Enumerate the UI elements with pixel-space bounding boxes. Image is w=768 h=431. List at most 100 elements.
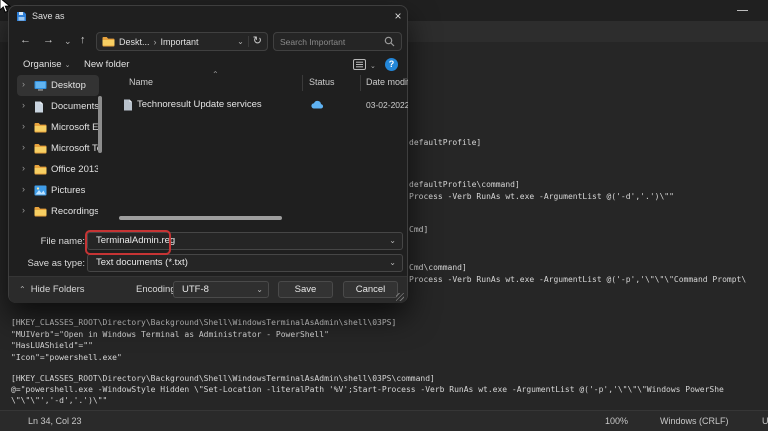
breadcrumb-separator: › (154, 37, 157, 47)
details-view-icon[interactable] (353, 59, 366, 73)
save-as-dialog: Save as × ← → ⌄ ↑ Deskt... › Important ⌄… (8, 5, 408, 303)
sidebar-item-microsoft-teams[interactable]: › Microsoft Teams (17, 138, 99, 159)
chevron-right-icon[interactable]: › (22, 142, 25, 152)
refresh-icon[interactable]: ↻ (253, 36, 262, 47)
editor-line: Process -Verb RunAs wt.exe -ArgumentList… (409, 192, 674, 202)
file-name-cell[interactable]: Technoresult Update services (137, 99, 262, 110)
sidebar-item-desktop[interactable]: › Desktop (17, 75, 99, 96)
chevron-down-icon[interactable]: ⌄ (389, 258, 396, 267)
chevron-right-icon[interactable]: › (22, 100, 25, 110)
sidebar-item-label: Microsoft Teams (51, 143, 98, 154)
close-icon[interactable]: × (390, 8, 406, 24)
sidebar-item-label: Desktop (51, 80, 98, 91)
status-encoding[interactable]: UTF-8 (762, 416, 768, 426)
sidebar-item-recordings[interactable]: › Recordings (17, 201, 99, 222)
desktop-icon (34, 80, 47, 94)
screen: defaultProfile] defaultProfile\command] Pr… (0, 0, 768, 431)
editor-line: Cmd] (409, 225, 428, 235)
chevron-down-icon[interactable]: ⌄ (389, 236, 396, 245)
editor-line: Cmd\command] (409, 263, 467, 273)
search-placeholder: Search Important (280, 37, 384, 47)
sidebar-item-label: Recordings (51, 206, 98, 217)
save-as-type-select[interactable]: Text documents (*.txt) ⌄ (87, 254, 403, 272)
sidebar-item-documents[interactable]: › Documents (17, 96, 99, 117)
editor-line: \"\"\"','-d','.')\"" (11, 396, 107, 406)
encoding-label: Encoding: (136, 284, 178, 295)
notepad-statusbar: Ln 34, Col 23 100% Windows (CRLF) UTF-8 (0, 410, 768, 431)
column-header-name[interactable]: Name (129, 77, 153, 87)
file-icon (123, 99, 133, 114)
chevron-down-icon: ⌄ (65, 62, 71, 69)
encoding-select[interactable]: UTF-8 ⌄ (173, 281, 269, 298)
organise-button[interactable]: Organise⌄ (23, 59, 70, 70)
forward-icon[interactable]: → (43, 34, 54, 46)
horizontal-scrollbar[interactable] (119, 216, 282, 220)
status-zoom-level[interactable]: 100% (605, 416, 628, 426)
dialog-title: Save as (32, 11, 65, 21)
onedrive-cloud-icon (311, 100, 324, 112)
file-name-value: TerminalAdmin.reg (96, 233, 175, 249)
file-date-cell: 03-02-2022 (366, 100, 408, 110)
breadcrumb-root[interactable]: Deskt... (119, 37, 150, 47)
sidebar-item-label: Microsoft Edge (51, 122, 98, 133)
sidebar-item-label: Pictures (51, 185, 98, 196)
folder-icon (34, 164, 47, 178)
editor-line: "Icon"="powershell.exe" (11, 353, 122, 363)
save-button[interactable]: Save (278, 281, 333, 298)
hide-folders-button[interactable]: ⌃Hide Folders (19, 284, 85, 295)
folder-icon (34, 206, 47, 220)
sidebar-item-office-2013-sta[interactable]: › Office 2013 sta (17, 159, 99, 180)
chevron-down-icon[interactable]: ⌄ (237, 37, 244, 46)
sidebar-item-label: Documents (51, 101, 98, 112)
chevron-right-icon[interactable]: › (22, 79, 25, 89)
document-icon (34, 101, 44, 116)
chevron-right-icon[interactable]: › (22, 163, 25, 173)
editor-line: @="powershell.exe -WindowStyle Hidden \"… (11, 385, 724, 395)
save-as-type-value: Text documents (*.txt) (96, 255, 188, 271)
encoding-value: UTF-8 (182, 282, 209, 297)
sidebar-item-label: Office 2013 sta (51, 164, 98, 175)
editor-line: "MUIVerb"="Open in Windows Terminal as A… (11, 330, 329, 340)
pictures-icon (34, 185, 47, 199)
column-header-status[interactable]: Status (309, 77, 335, 87)
chevron-up-icon: ⌃ (19, 285, 26, 294)
save-as-type-label: Save as type: (9, 258, 85, 269)
editor-line: [HKEY_CLASSES_ROOT\Directory\Background\… (11, 318, 396, 328)
file-name-input[interactable]: TerminalAdmin.reg ⌄ (87, 232, 403, 250)
search-input[interactable]: Search Important (273, 32, 402, 51)
dialog-footer: ⌃Hide Folders Encoding: UTF-8 ⌄ Save Can… (9, 276, 407, 303)
folder-icon (34, 122, 47, 136)
chevron-down-icon: ⌄ (256, 285, 263, 294)
help-button[interactable]: ? (385, 58, 398, 71)
editor-line: Process -Verb RunAs wt.exe -ArgumentList… (409, 275, 746, 285)
editor-line: defaultProfile\command] (409, 180, 520, 190)
breadcrumb-current[interactable]: Important (161, 37, 199, 47)
sidebar-scrollbar[interactable] (98, 96, 102, 153)
editor-line: defaultProfile] (409, 138, 481, 148)
sidebar-item-microsoft-edge[interactable]: › Microsoft Edge (17, 117, 99, 138)
mouse-cursor (0, 0, 11, 19)
column-header-date-modified[interactable]: Date modified (366, 77, 408, 87)
file-row[interactable]: Technoresult Update services 03-02-2022 (115, 96, 407, 114)
search-icon (384, 36, 395, 47)
chevron-down-icon[interactable]: ⌄ (370, 62, 376, 70)
file-name-label: File name: (9, 236, 85, 247)
save-dialog-icon (16, 11, 27, 22)
folder-icon (34, 143, 47, 157)
breadcrumb[interactable]: Deskt... › Important ⌄ ↻ (96, 32, 268, 51)
chevron-right-icon[interactable]: › (22, 184, 25, 194)
folder-icon (102, 36, 115, 47)
new-folder-button[interactable]: New folder (84, 59, 129, 70)
status-line-ending[interactable]: Windows (CRLF) (660, 416, 729, 426)
cancel-button[interactable]: Cancel (343, 281, 398, 298)
sort-ascending-icon: ⌃ (212, 70, 219, 79)
status-cursor-position: Ln 34, Col 23 (28, 416, 82, 426)
recent-locations-icon[interactable]: ⌄ (64, 36, 72, 47)
resize-grip[interactable] (396, 293, 404, 301)
editor-line: "HasLUAShield"="" (11, 341, 93, 351)
sidebar-item-pictures[interactable]: › Pictures (17, 180, 99, 201)
chevron-right-icon[interactable]: › (22, 121, 25, 131)
chevron-right-icon[interactable]: › (22, 205, 25, 215)
up-icon[interactable]: ↑ (80, 34, 86, 46)
back-icon[interactable]: ← (20, 34, 31, 46)
